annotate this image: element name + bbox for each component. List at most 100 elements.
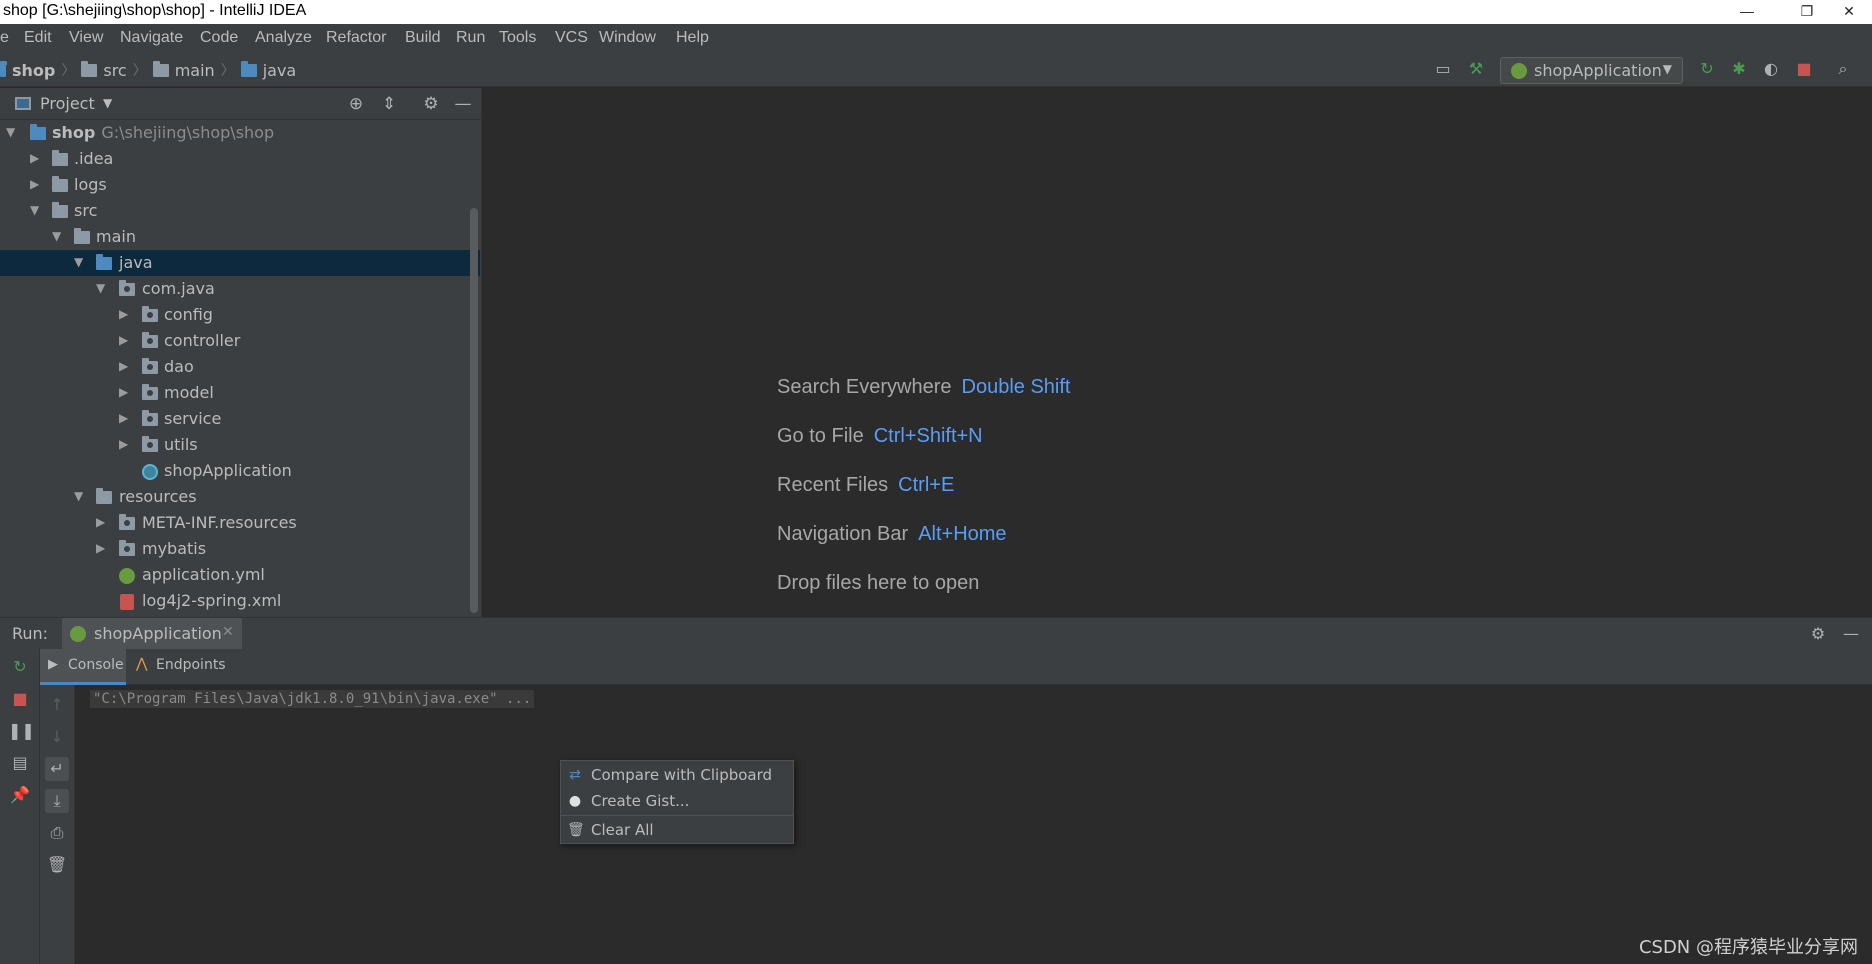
stop-icon[interactable]: ■ <box>8 687 32 711</box>
menu-file[interactable]: e <box>0 29 9 47</box>
collapsed-arrow-icon[interactable]: ▶ <box>119 411 128 425</box>
menu-item-clear-all[interactable]: 🗑 Clear All <box>561 818 793 844</box>
gear-icon[interactable]: ⚙ <box>1807 623 1829 645</box>
coverage-icon[interactable]: ◐ <box>1760 58 1782 80</box>
breadcrumb-src[interactable]: src <box>103 61 126 80</box>
tree-item-com-java[interactable]: ▼ com.java <box>0 276 480 302</box>
collapsed-arrow-icon[interactable]: ▶ <box>119 359 128 373</box>
trash-icon: 🗑 <box>567 822 585 838</box>
console-output[interactable]: "C:\Program Files\Java\jdk1.8.0_91\bin\j… <box>76 685 1868 964</box>
debug-bug-icon[interactable]: ✱ <box>1728 58 1750 80</box>
tree-item-logs[interactable]: ▶ logs <box>0 172 480 198</box>
stop-icon[interactable]: ■ <box>1793 58 1815 80</box>
gear-icon[interactable]: ⚙ <box>420 93 442 115</box>
rerun-icon[interactable]: ↻ <box>8 655 32 679</box>
collapsed-arrow-icon[interactable]: ▶ <box>96 515 105 529</box>
tree-item-resources[interactable]: ▼ resources <box>0 484 480 510</box>
expanded-arrow-icon[interactable]: ▼ <box>30 203 39 217</box>
run-configuration-label: shopApplication <box>1534 61 1662 80</box>
tree-item-java[interactable]: ▼ java <box>0 250 480 276</box>
collapsed-arrow-icon[interactable]: ▶ <box>30 151 39 165</box>
tree-item-utils[interactable]: ▶ utils <box>0 432 480 458</box>
menu-edit[interactable]: Edit <box>24 29 52 47</box>
menu-item-create-gist[interactable]: ● Create Gist... <box>561 789 793 815</box>
tab-console[interactable]: ▶ Console <box>40 649 126 685</box>
layout-icon[interactable]: ▤ <box>8 751 32 775</box>
hint-shortcut: Ctrl+E <box>898 474 955 496</box>
tree-item-idea[interactable]: ▶ .idea <box>0 146 480 172</box>
tree-item-model[interactable]: ▶ model <box>0 380 480 406</box>
tree-item-src[interactable]: ▼ src <box>0 198 480 224</box>
hide-panel-icon[interactable]: — <box>1840 623 1862 645</box>
project-view-title[interactable]: Project <box>40 94 95 113</box>
tree-item-shopapplication[interactable]: shopApplication <box>0 458 480 484</box>
tab-endpoints[interactable]: ⋀ Endpoints <box>132 649 230 685</box>
layout-icon[interactable]: ▭ <box>1432 58 1454 80</box>
menu-navigate[interactable]: Navigate <box>120 29 183 47</box>
tree-item-application-yml[interactable]: application.yml <box>0 562 480 588</box>
tree-item-label: dao <box>164 357 194 376</box>
print-icon[interactable]: ⎙ <box>45 821 69 845</box>
close-tab-icon[interactable]: ✕ <box>222 624 234 640</box>
expanded-arrow-icon[interactable]: ▼ <box>52 229 61 243</box>
expanded-arrow-icon[interactable]: ▼ <box>96 281 105 295</box>
arrow-up-icon[interactable]: ↑ <box>45 693 69 717</box>
breadcrumb-shop[interactable]: shop <box>12 61 55 80</box>
pin-icon[interactable]: 📌 <box>8 783 32 807</box>
expanded-arrow-icon[interactable]: ▼ <box>74 255 83 269</box>
collapsed-arrow-icon[interactable]: ▶ <box>96 541 105 555</box>
hide-panel-icon[interactable]: — <box>452 93 474 115</box>
rerun-icon[interactable]: ↻ <box>1696 58 1718 80</box>
tree-item-dao[interactable]: ▶ dao <box>0 354 480 380</box>
tab-endpoints-label: Endpoints <box>156 657 226 673</box>
menu-view[interactable]: View <box>69 29 103 47</box>
collapsed-arrow-icon[interactable]: ▶ <box>30 177 39 191</box>
menu-window[interactable]: Window <box>599 29 656 47</box>
tree-item-controller[interactable]: ▶ controller <box>0 328 480 354</box>
build-hammer-icon[interactable]: ⚒ <box>1465 58 1487 80</box>
run-configuration-select[interactable]: shopApplication ▼ <box>1500 57 1683 84</box>
search-icon[interactable]: ⌕ <box>1832 58 1854 80</box>
breadcrumb-java[interactable]: java <box>263 61 297 80</box>
tree-item-service[interactable]: ▶ service <box>0 406 480 432</box>
chevron-down-icon[interactable]: ▼ <box>103 96 112 110</box>
project-scrollbar[interactable] <box>470 208 478 613</box>
collapsed-arrow-icon[interactable]: ▶ <box>119 333 128 347</box>
tree-item-config[interactable]: ▶ config <box>0 302 480 328</box>
collapsed-arrow-icon[interactable]: ▶ <box>119 385 128 399</box>
maximize-button[interactable]: ❐ <box>1784 0 1830 24</box>
menu-help[interactable]: Help <box>676 29 709 47</box>
folder-icon <box>240 60 257 77</box>
minimize-button[interactable]: — <box>1724 0 1770 24</box>
menu-run[interactable]: Run <box>456 29 485 47</box>
tree-item-meta-inf[interactable]: ▶ META-INF.resources <box>0 510 480 536</box>
trash-icon[interactable]: 🗑 <box>45 853 69 877</box>
collapsed-arrow-icon[interactable]: ▶ <box>119 437 128 451</box>
menu-refactor[interactable]: Refactor <box>326 29 386 47</box>
collapsed-arrow-icon[interactable]: ▶ <box>119 307 128 321</box>
run-tab-shopapplication[interactable]: shopApplication ✕ <box>62 618 242 650</box>
expanded-arrow-icon[interactable]: ▼ <box>74 489 83 503</box>
expanded-arrow-icon[interactable]: ▼ <box>6 125 15 139</box>
locate-file-icon[interactable]: ⊕ <box>345 93 367 115</box>
close-button[interactable]: ✕ <box>1826 0 1872 24</box>
tree-item-shop[interactable]: ▼ shop G:\shejiing\shop\shop <box>0 120 480 146</box>
soft-wrap-icon[interactable]: ↵ <box>45 757 69 781</box>
folder-icon <box>74 228 90 244</box>
menu-vcs[interactable]: VCS <box>555 29 588 47</box>
tree-item-log4j2[interactable]: log4j2-spring.xml <box>0 588 480 614</box>
tree-item-mybatis[interactable]: ▶ mybatis <box>0 536 480 562</box>
tree-item-main[interactable]: ▼ main <box>0 224 480 250</box>
watermark: CSDN @程序猿毕业分享网 <box>1638 937 1858 958</box>
menu-analyze[interactable]: Analyze <box>255 29 312 47</box>
arrow-down-icon[interactable]: ↓ <box>45 725 69 749</box>
collapse-all-icon[interactable]: ⇕ <box>378 93 400 115</box>
menu-code[interactable]: Code <box>200 29 238 47</box>
menu-build[interactable]: Build <box>405 29 441 47</box>
scroll-to-end-icon[interactable]: ⤓ <box>45 789 69 813</box>
breadcrumb-main[interactable]: main <box>175 61 215 80</box>
tree-item-label: utils <box>164 435 198 454</box>
pause-icon[interactable]: ❚❚ <box>8 719 35 743</box>
menu-item-compare-clipboard[interactable]: ⇄ Compare with Clipboard <box>561 763 793 789</box>
menu-tools[interactable]: Tools <box>499 29 536 47</box>
